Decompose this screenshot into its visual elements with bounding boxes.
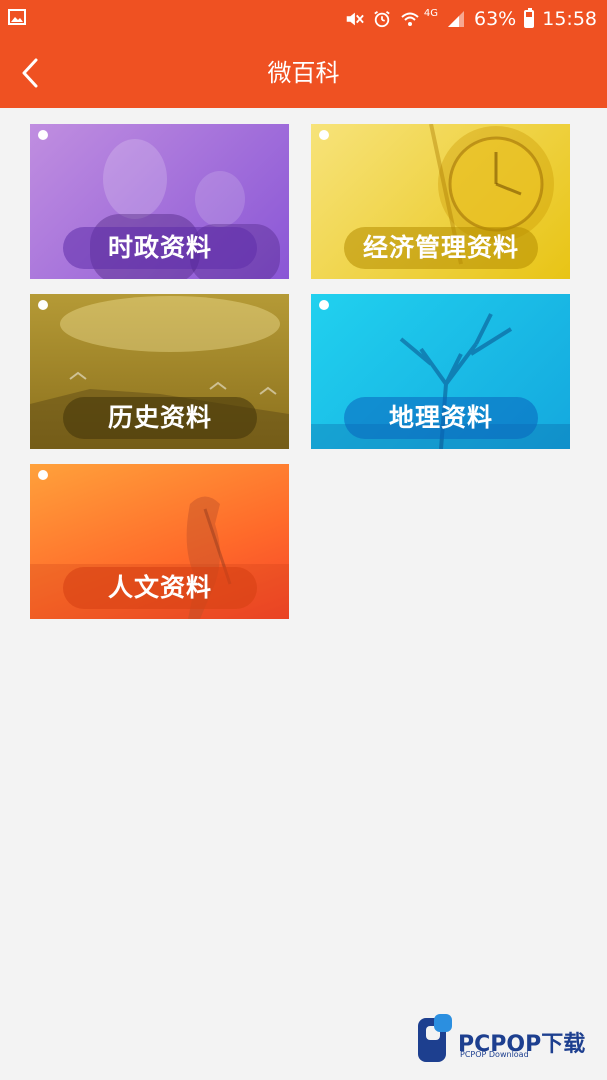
card-indicator-dot bbox=[38, 300, 48, 310]
category-card-politics[interactable]: 时政资料 bbox=[30, 124, 289, 279]
card-label: 历史资料 bbox=[63, 397, 257, 439]
card-indicator-dot bbox=[319, 300, 329, 310]
card-label: 人文资料 bbox=[63, 567, 257, 609]
card-label: 经济管理资料 bbox=[344, 227, 538, 269]
network-type: 4G bbox=[423, 8, 438, 19]
clock: 15:58 bbox=[542, 8, 597, 30]
watermark-subtitle: PCPOP Download bbox=[460, 1050, 529, 1059]
category-card-history[interactable]: 历史资料 bbox=[30, 294, 289, 449]
gallery-notification-icon bbox=[8, 9, 26, 25]
pcpop-watermark: PCPOP下载 PCPOP Download bbox=[416, 1008, 606, 1070]
card-label: 时政资料 bbox=[63, 227, 257, 269]
card-indicator-dot bbox=[38, 130, 48, 140]
category-card-humanities[interactable]: 人文资料 bbox=[30, 464, 289, 619]
alarm-icon bbox=[374, 11, 390, 28]
app-bar: 微百科 bbox=[0, 38, 607, 108]
pcpop-logo-icon bbox=[418, 1014, 452, 1062]
signal-icon bbox=[448, 11, 464, 27]
card-indicator-dot bbox=[38, 470, 48, 480]
card-label: 地理资料 bbox=[344, 397, 538, 439]
mute-icon bbox=[346, 12, 364, 26]
status-bar: 4G 63% 15:58 bbox=[0, 0, 607, 38]
battery-icon bbox=[524, 8, 535, 28]
page-title: 微百科 bbox=[267, 59, 340, 87]
battery-percent: 63% bbox=[474, 8, 517, 30]
card-indicator-dot bbox=[319, 130, 329, 140]
wifi-icon bbox=[401, 12, 419, 26]
category-card-geography[interactable]: 地理资料 bbox=[311, 294, 570, 449]
category-card-economics[interactable]: 经济管理资料 bbox=[311, 124, 570, 279]
